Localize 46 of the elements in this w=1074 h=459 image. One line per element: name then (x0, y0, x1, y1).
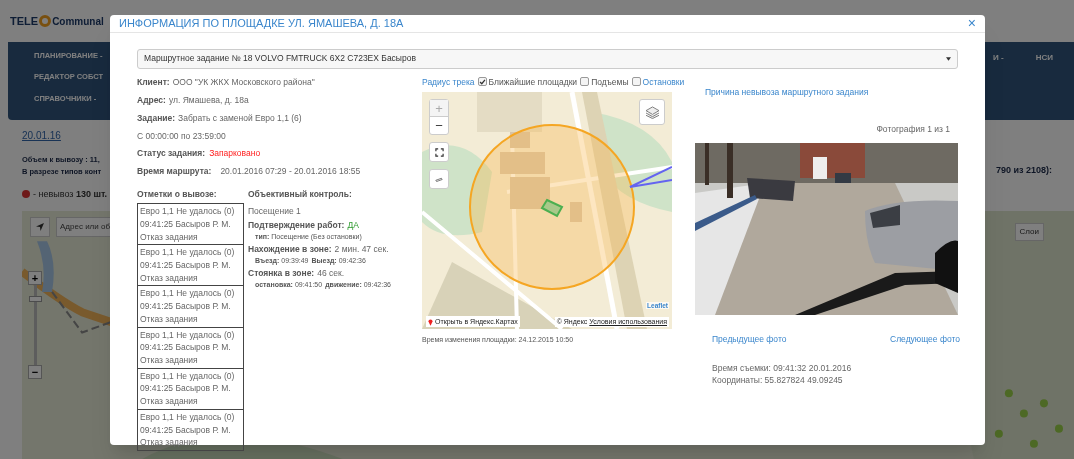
checkbox[interactable] (631, 77, 641, 87)
close-button[interactable]: × (967, 16, 976, 31)
nav-item[interactable]: И - (993, 52, 1004, 64)
control-line: Подтверждение работ: ДА (248, 219, 360, 233)
info-line: Задание: Забрать с заменой Евро 1,1 (6) (137, 111, 303, 125)
arrow-icon (35, 222, 45, 232)
removal-mark: Евро 1,1 Не удалось (0) 09:41:25 Басыров Р. М. Отказ задания (138, 408, 243, 450)
control-line: Стоянка в зоне: 46 сек. (248, 267, 346, 281)
removal-mark: Евро 1,1 Не удалось (0) 09:41:25 Басыров Р. М. Отказ задания (138, 285, 243, 327)
checkbox-label: Подъемы (591, 75, 629, 89)
info-line: Время маршрута: 20.01.2016 07:29 - 20.01.2016 18:55 (137, 164, 362, 178)
removal-mark: Евро 1,1 Не удалось (0) 09:41:25 Басыров Р. М. Отказ задания (138, 367, 243, 409)
date-link[interactable]: 20.01.16 (22, 130, 61, 141)
removal-mark: Евро 1,1 Не удалось (0) 09:41:25 Басыров Р. М. Отказ задания (138, 244, 243, 286)
layers-button[interactable]: Слои (1014, 223, 1044, 241)
checkbox-label: Ближайшие площадки (488, 75, 578, 89)
control-line: Нахождение в зоне: 2 мин. 47 сек. (248, 243, 390, 257)
zoom-in-button[interactable]: + (28, 271, 42, 285)
checkbox[interactable] (477, 77, 487, 87)
zoom-out-button[interactable]: − (28, 365, 42, 379)
removal-mark: Евро 1,1 Не удалось (0) 09:41:25 Басыров Р. М. Отказ задания (138, 326, 243, 368)
checkbox[interactable] (580, 77, 590, 87)
info-line: Статус задания: Запарковано (137, 146, 262, 160)
caret-icon (946, 56, 951, 61)
reason-link[interactable]: Причина невывоза маршрутного задания (705, 85, 960, 99)
section-heading: Объективный контроль: (248, 187, 353, 201)
nav-item[interactable]: НСИ (1035, 52, 1053, 64)
checkbox-label: Остановки (642, 75, 685, 89)
summary-line: 790 из 2108): (995, 163, 1052, 177)
route-select[interactable]: Маршрутное задание № 18 VOLVO FMTRUCK 6X2 С723ЕХ Басыров (137, 48, 958, 69)
photo-info-line: Время съемки: 09:41:32 20.01.2016 (712, 361, 853, 374)
photo-counter: Фотография 1 из 1 (876, 123, 950, 136)
legend-text: - невывоз 130 шт. (33, 187, 108, 201)
locate-button[interactable] (30, 217, 50, 237)
logo: TELE Communal (10, 13, 104, 29)
slider-thumb[interactable] (28, 296, 42, 303)
info-line: Адрес: ул. Ямашева, д. 18а (137, 93, 250, 107)
next-photo-link[interactable]: Следующее фото (890, 333, 960, 346)
previous-photo-link[interactable]: Предыдущее фото (712, 333, 787, 346)
section-heading: Отметки о вывозе: (137, 187, 218, 201)
time-range: С 00:00:00 по 23:59:00 (137, 129, 227, 143)
modal-title: ИНФОРМАЦИЯ ПО ПЛОЩАДКЕ УЛ. ЯМАШЕВА, Д. 18А (119, 16, 404, 31)
track-radius-link[interactable]: Радиус трека (422, 75, 475, 89)
photo-info-line: Координаты: 55.827824 49.09245 (712, 373, 844, 386)
visit-count: Посещение 1 (248, 205, 302, 219)
info-line: Клиент: ООО "УК ЖКХ Московского района" (137, 75, 316, 89)
